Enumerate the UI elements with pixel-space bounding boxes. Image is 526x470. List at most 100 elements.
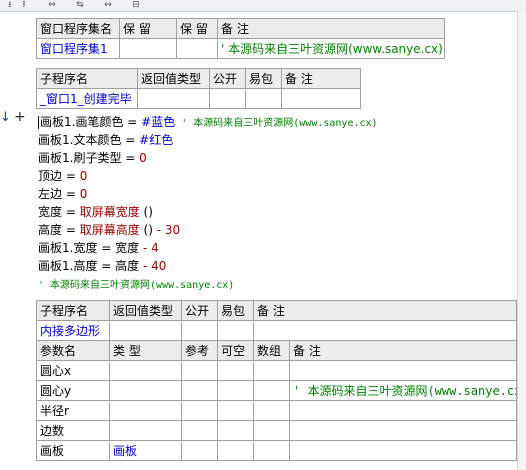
param-array-cell[interactable] xyxy=(253,360,290,381)
param-array-cell[interactable] xyxy=(253,380,290,401)
fold-plus-icon[interactable]: + xyxy=(14,109,26,125)
upload-icon[interactable]: ⭱ xyxy=(17,0,31,10)
param-row[interactable]: 半径r xyxy=(36,400,518,421)
param-header-name: 参数名 xyxy=(36,340,110,361)
param-note-cell[interactable] xyxy=(288,420,518,441)
assembly-reserve1-cell[interactable] xyxy=(119,38,177,59)
code-target: 画板1.高度 xyxy=(38,259,98,273)
code-line[interactable]: 画板1.画笔颜色 = #蓝色 ' 本源码来自三叶资源网(www.sanye.cx… xyxy=(38,113,378,131)
expand-icon[interactable]: ⇔ xyxy=(45,0,59,10)
param-nullable-cell[interactable] xyxy=(217,420,254,441)
code-parens: () xyxy=(139,223,157,237)
sub2-return-cell[interactable] xyxy=(109,320,182,341)
layout-icon[interactable]: ⊟ xyxy=(129,0,143,10)
assembly-header-reserve1: 保 留 xyxy=(119,18,177,39)
code-variable: 宽度 xyxy=(115,241,140,255)
param-array-cell[interactable] xyxy=(253,420,290,441)
assembly-note-cell[interactable]: ' 本源码来自三叶资源网(www.sanye.cx) xyxy=(217,38,445,59)
param-row[interactable]: 圆心y ' 本源码来自三叶资源网(www.sanye.cx) xyxy=(36,380,518,401)
param-type-cell[interactable] xyxy=(109,360,182,381)
sub2-note-cell[interactable] xyxy=(252,320,518,341)
param-name-cell[interactable]: 圆心y xyxy=(36,380,110,401)
param-row[interactable]: 边数 xyxy=(36,420,518,441)
code-line[interactable]: ' 本源码来自三叶资源网(www.sanye.cx) xyxy=(38,275,234,293)
param-nullable-cell[interactable] xyxy=(217,440,254,461)
param-nullable-cell[interactable] xyxy=(217,400,254,421)
assembly-name-cell[interactable]: 窗口程序集1 xyxy=(36,38,120,59)
param-name-cell[interactable]: 半径r xyxy=(36,400,110,421)
param-header-ref: 参考 xyxy=(181,340,218,361)
fit-icon[interactable]: ↔ xyxy=(101,0,115,10)
assembly-reserve2-cell[interactable] xyxy=(176,38,218,59)
param-header-array: 数组 xyxy=(253,340,290,361)
code-line[interactable]: 高度 = 取屏幕高度 () - 30 xyxy=(38,221,180,239)
vertical-scrollbar[interactable] xyxy=(517,11,526,470)
sub1-note-cell[interactable] xyxy=(281,88,361,109)
sub2-header-public: 公开 xyxy=(181,300,218,321)
param-header-type: 类 型 xyxy=(109,340,182,361)
param-nullable-cell[interactable] xyxy=(217,380,254,401)
sub1-public-cell[interactable] xyxy=(209,88,246,109)
sub1-easypack-cell[interactable] xyxy=(245,88,282,109)
code-line[interactable]: 画板1.刷子类型 = 0 xyxy=(38,149,147,167)
code-line[interactable]: 画板1.高度 = 高度 - 40 xyxy=(38,257,166,275)
sub2-header-note: 备 注 xyxy=(252,300,518,321)
code-line[interactable]: 画板1.文本颜色 = #红色 xyxy=(38,131,173,149)
param-ref-cell[interactable] xyxy=(181,360,218,381)
sub2-easypack-cell[interactable] xyxy=(217,320,254,341)
code-function: 取屏幕宽度 xyxy=(79,205,140,219)
assembly-table: 窗口程序集名 保 留 保 留 备 注 窗口程序集1 ' 本源码来自三叶资源网(w… xyxy=(36,18,445,59)
param-name-cell[interactable]: 画板 xyxy=(36,440,110,461)
assembly-header-name: 窗口程序集名 xyxy=(36,18,120,39)
code-operator: = xyxy=(123,115,142,129)
sub2-name-cell[interactable]: 内接多边形 xyxy=(36,320,110,341)
param-name-cell[interactable]: 圆心x xyxy=(36,360,110,381)
code-line[interactable]: 左边 = 0 xyxy=(38,185,87,203)
sub2-public-cell[interactable] xyxy=(181,320,218,341)
code-target: 高度 xyxy=(38,223,63,237)
code-comment: ' 本源码来自三叶资源网(www.sanye.cx) xyxy=(38,280,235,291)
code-number: 0 xyxy=(79,169,88,183)
param-ref-cell[interactable] xyxy=(181,420,218,441)
param-type-cell[interactable] xyxy=(109,420,182,441)
param-nullable-cell[interactable] xyxy=(217,360,254,381)
param-ref-cell[interactable] xyxy=(181,400,218,421)
collapse-icon[interactable]: ⇆ xyxy=(73,0,87,10)
download-icon[interactable]: ⭳ xyxy=(3,0,17,10)
param-note-cell[interactable] xyxy=(288,440,518,461)
param-name-cell[interactable]: 边数 xyxy=(36,420,110,441)
code-constant: #蓝色 xyxy=(141,115,176,129)
param-note-cell[interactable]: ' 本源码来自三叶资源网(www.sanye.cx) xyxy=(288,380,518,401)
code-operator: = xyxy=(62,187,80,201)
code-number: - 30 xyxy=(156,223,181,237)
code-target: 宽度 xyxy=(38,205,63,219)
code-line[interactable]: 画板1.宽度 = 宽度 - 4 xyxy=(38,239,159,257)
sub1-return-cell[interactable] xyxy=(137,88,210,109)
code-line[interactable]: 宽度 = 取屏幕宽度 () xyxy=(38,203,153,221)
param-array-cell[interactable] xyxy=(253,440,290,461)
code-operator: = xyxy=(62,169,80,183)
param-type-cell[interactable] xyxy=(109,400,182,421)
param-row[interactable]: 画板 画板 xyxy=(36,440,518,461)
code-function: 取屏幕高度 xyxy=(79,223,140,237)
param-array-cell[interactable] xyxy=(253,400,290,421)
param-note-cell[interactable] xyxy=(288,400,518,421)
sub2-header-return: 返回值类型 xyxy=(109,300,182,321)
sub1-name-cell[interactable]: _窗口1_创建完毕 xyxy=(36,88,138,109)
sub1-header-easypack: 易包 xyxy=(245,68,282,89)
sub1-header-public: 公开 xyxy=(209,68,246,89)
assembly-header-reserve2: 保 留 xyxy=(176,18,218,39)
param-ref-cell[interactable] xyxy=(181,380,218,401)
param-row[interactable]: 圆心x xyxy=(36,360,518,381)
code-number: - 4 xyxy=(139,241,159,255)
code-line[interactable]: 顶边 = 0 xyxy=(38,167,87,185)
param-ref-cell[interactable] xyxy=(181,440,218,461)
code-target: 画板1.刷子类型 xyxy=(38,151,122,165)
code-operator: = xyxy=(62,205,80,219)
param-type-cell[interactable] xyxy=(109,380,182,401)
subprogram-table-1: 子程序名 返回值类型 公开 易包 备 注 _窗口1_创建完毕 xyxy=(36,68,361,109)
code-target: 画板1.画笔颜色 xyxy=(40,115,124,129)
param-type-cell[interactable]: 画板 xyxy=(109,440,182,461)
param-header-note: 备 注 xyxy=(288,340,518,361)
param-note-cell[interactable] xyxy=(288,360,518,381)
